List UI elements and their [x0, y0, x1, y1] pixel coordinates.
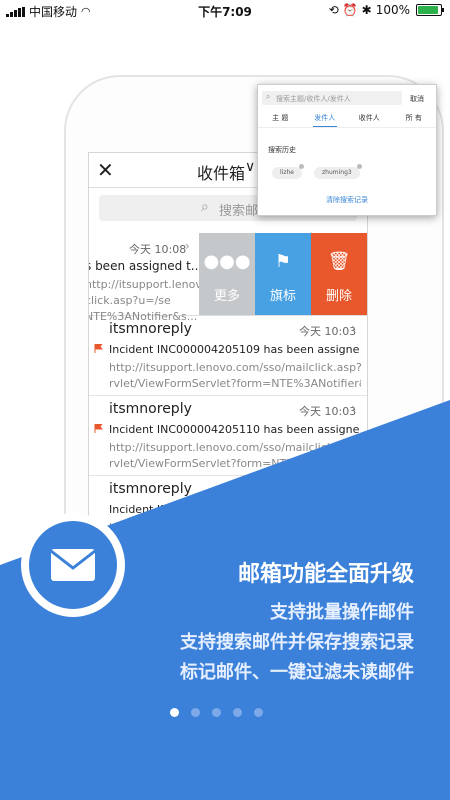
email-preview-line: http://itsupport.lenovo.com/sso/mailclic… — [109, 521, 361, 534]
red-flag-icon — [94, 424, 103, 433]
rotation-lock-icon: ⟲ — [328, 3, 339, 17]
status-bar: 中国移动 ◠ 下午7:09 ⟲ ⏰ ✱ 100% — [0, 0, 450, 22]
mail-screen-mock: ✕ 收件箱 ∨ ⌕ 搜索邮件 今天 10:08 › s been assigne… — [88, 152, 368, 584]
page-dot[interactable] — [191, 708, 200, 717]
feature-line: 支持搜索邮件并保存搜索记录 — [180, 632, 414, 653]
email-subject: Incident INC000004205107 has been assign… — [109, 503, 359, 516]
tab-sender[interactable]: 发件人 — [303, 113, 348, 127]
delete-action-button[interactable]: 🗑 删除 — [311, 233, 367, 315]
email-list-item[interactable]: itsmnoreply 今天 10:03 › Incident INC00000… — [89, 315, 367, 396]
bluetooth-icon: ✱ — [361, 3, 372, 17]
page-dot[interactable] — [212, 708, 221, 717]
email-preview-line: http://itsupport.lenovo.com/sso/mailclic… — [109, 441, 361, 454]
popup-search-input[interactable]: ⌕ 搜索主题/收件人/发件人 — [262, 91, 402, 105]
email-preview-line: click.asp?u=/se — [88, 294, 171, 307]
red-flag-icon — [94, 344, 103, 353]
tab-all[interactable]: 所 有 — [392, 113, 437, 127]
email-preview-line: rvlet/ViewFormServlet?form=NTE%3ANotifie… — [109, 457, 361, 470]
clear-history-button[interactable]: 清除搜索记录 — [258, 195, 436, 205]
feature-line: 支持批量操作邮件 — [270, 602, 414, 623]
search-popup-mock: ⌕ 搜索主题/收件人/发件人 取消 主 题 发件人 收件人 所 有 搜索历史 l… — [257, 84, 437, 216]
email-sender: itsmnoreply — [109, 481, 192, 497]
email-subject: s been assigned t... — [88, 259, 203, 273]
email-preview-line: http://itsupport.lenovo.com/sso/mailclic… — [109, 361, 361, 374]
email-sender: itsmnoreply — [109, 401, 192, 417]
search-history-label: 搜索历史 — [268, 146, 296, 154]
email-sender: itsmnoreply — [109, 321, 192, 337]
envelope-icon — [50, 549, 96, 581]
inbox-title[interactable]: 收件箱 — [197, 160, 245, 184]
search-icon: ⌕ — [266, 92, 271, 101]
email-subject: Incident INC000004205110 has been assign… — [109, 423, 359, 436]
history-chip[interactable]: lizhe — [272, 164, 304, 179]
flag-icon: ⚑ — [274, 251, 292, 272]
email-time: 今天 10:03 — [299, 325, 357, 338]
tab-subject[interactable]: 主 题 — [258, 113, 303, 127]
page-dot[interactable] — [254, 708, 263, 717]
cancel-button[interactable]: 取消 — [410, 94, 424, 104]
history-chip-label: lizhe — [280, 169, 294, 176]
battery-icon — [416, 4, 444, 16]
chevron-right-icon: › — [351, 401, 356, 415]
email-preview: http://itsupport.lenovo.com/sso/mailclic… — [109, 440, 361, 472]
email-preview-line: http://itsupport.lenov — [88, 278, 202, 291]
page-dot[interactable] — [233, 708, 242, 717]
email-time: 今天 10:03 — [299, 405, 357, 418]
chevron-right-icon: › — [185, 239, 190, 253]
alarm-icon: ⏰ — [342, 3, 358, 17]
page-indicator — [170, 708, 263, 717]
email-list-item[interactable]: itsmnoreply Incident INC000004205107 has… — [89, 475, 367, 556]
flag-action-button[interactable]: ⚑ 旗标 — [255, 233, 311, 315]
history-chip[interactable]: zhuming3 — [314, 164, 362, 179]
email-preview: http://itsupport.lenovo.com/sso/mailclic… — [109, 520, 361, 552]
search-icon: ⌕ — [201, 199, 209, 215]
delete-action-label: 删除 — [325, 289, 352, 304]
search-scope-tabs: 主 题 发件人 收件人 所 有 — [258, 113, 436, 128]
more-dots-icon: ●●● — [203, 251, 251, 272]
email-list-item[interactable]: itsmnoreply 今天 10:03 › Incident INC00000… — [89, 395, 367, 476]
history-chip-label: zhuming3 — [322, 169, 352, 176]
flag-action-label: 旗标 — [269, 289, 296, 304]
email-preview: http://itsupport.lenovo.com/sso/mailclic… — [109, 360, 361, 392]
popup-search-placeholder: 搜索主题/收件人/发件人 — [276, 95, 351, 103]
chevron-down-icon[interactable]: ∨ — [245, 159, 255, 175]
email-time: 今天 10:08 — [129, 243, 187, 256]
page-dot[interactable] — [170, 708, 179, 717]
more-action-label: 更多 — [213, 289, 240, 304]
battery-percent: 100% — [375, 3, 410, 17]
feature-line: 标记邮件、一键过滤未读邮件 — [180, 662, 414, 683]
tab-recipient[interactable]: 收件人 — [347, 113, 392, 127]
remove-chip-icon[interactable] — [298, 164, 304, 169]
email-subject: Incident INC000004205109 has been assign… — [109, 343, 359, 356]
more-action-button[interactable]: ●●● 更多 — [199, 233, 255, 315]
trash-icon: 🗑 — [327, 251, 351, 272]
close-icon[interactable]: ✕ — [97, 158, 114, 182]
mail-badge — [21, 513, 125, 617]
remove-chip-icon[interactable] — [356, 164, 362, 169]
promo-title: 邮箱功能全面升级 — [237, 562, 414, 587]
email-preview-line: rvlet/ViewFormServlet?form=NTE%3ANotifie… — [109, 537, 361, 550]
email-preview-line: rvlet/ViewFormServlet?form=NTE%3ANotifie… — [109, 377, 361, 390]
chevron-right-icon: › — [351, 321, 356, 335]
